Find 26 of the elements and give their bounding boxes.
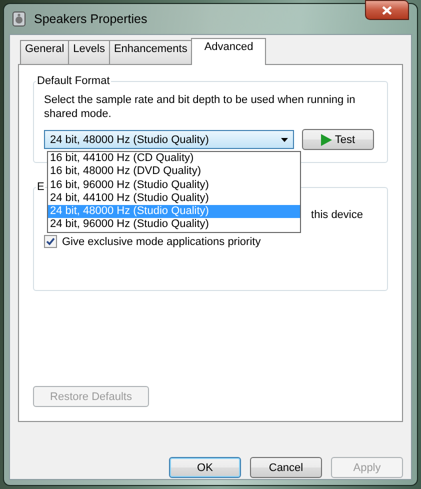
dialog-button[interactable]: Cancel [250, 457, 322, 478]
close-icon [382, 6, 392, 14]
group-label: E [36, 181, 46, 193]
play-icon [320, 134, 332, 146]
dropdown-option[interactable]: 16 bit, 48000 Hz (DVD Quality) [48, 165, 300, 179]
tab[interactable]: Enhancements [108, 40, 192, 64]
checkbox-label: this device [311, 209, 363, 221]
tab[interactable]: Advanced [191, 38, 266, 65]
dropdown-option[interactable]: 24 bit, 96000 Hz (Studio Quality) [48, 218, 300, 232]
checkbox[interactable] [44, 235, 57, 248]
test-button[interactable]: Test [302, 129, 374, 150]
group-label: Default Format [36, 75, 111, 87]
window-title: Speakers Properties [34, 12, 148, 26]
checkbox-label: Give exclusive mode applications priority [62, 236, 261, 248]
dropdown-option[interactable]: 24 bit, 44100 Hz (Studio Quality) [48, 192, 300, 206]
dropdown-option[interactable]: 16 bit, 44100 Hz (CD Quality) [48, 152, 300, 166]
tab[interactable]: General [20, 40, 70, 64]
format-dropdown[interactable]: 24 bit, 48000 Hz (Studio Quality) [44, 130, 294, 149]
description-text: Select the sample rate and bit depth to be used when running in shared mode. [44, 93, 356, 121]
dropdown-option[interactable]: 16 bit, 96000 Hz (Studio Quality) [48, 178, 300, 192]
speaker-icon [12, 11, 26, 27]
dialog-button[interactable]: OK [169, 457, 241, 478]
checkmark-icon [46, 237, 55, 246]
caret-icon [281, 138, 288, 142]
tab[interactable]: Levels [68, 40, 110, 64]
close-button[interactable] [365, 0, 409, 20]
